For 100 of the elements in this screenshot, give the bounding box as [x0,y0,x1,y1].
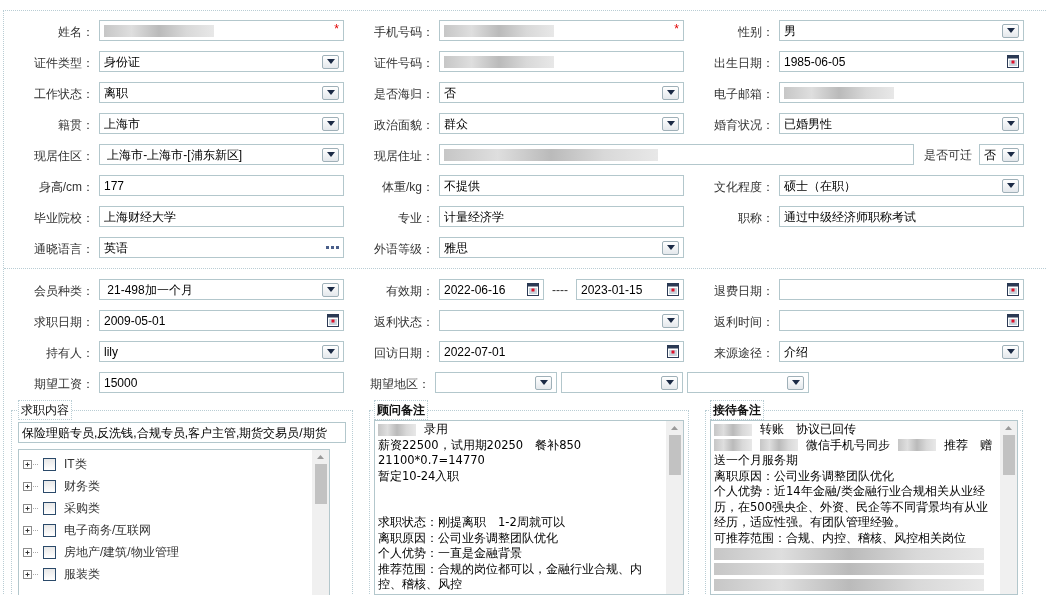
dropdown-button[interactable] [322,116,339,131]
note-text: 送一个月服务期 [714,453,798,469]
select-field[interactable]: lily [99,341,344,362]
note-text: 推荐范围：合规的岗位都可以，金融行业合规、内 [378,561,642,577]
tree-item[interactable]: 房地产/建筑/物业管理 [64,543,179,561]
expand-icon[interactable] [23,481,39,491]
dropdown-button[interactable] [322,147,339,162]
notes-textarea[interactable]: 录用 薪资22500，试用期20250 餐补850 21100*0.7=14770 暂定10-24入职 求职状态：刚提离职 1-2周就可以 离职原因：公司业务调整团队优化 个人优势：一直是金融背景 推荐范围：合规的岗位都可以，金融行业合规、内 控、稽核、风控 [374,420,684,595]
dropdown-button[interactable] [1002,147,1019,162]
dropdown-button[interactable] [535,375,552,390]
select-field[interactable]: 男 [779,20,1024,41]
input-field[interactable] [439,51,684,72]
input-field[interactable]: 英语 [99,237,344,258]
input-field[interactable]: 不提供 [439,175,684,196]
input-field[interactable]: * [439,20,684,41]
select-field[interactable]: 已婚男性 [779,113,1024,134]
select-field[interactable]: 介绍 [779,341,1024,362]
checkbox[interactable] [43,501,56,515]
expand-icon[interactable] [23,547,39,557]
date-field[interactable]: 2009-05-01 [99,310,344,331]
input-field[interactable]: 计量经济学 [439,206,684,227]
select-field[interactable]: 21-498加一个月 [99,279,344,300]
field-value: 介绍 [784,343,808,361]
expand-icon[interactable] [23,569,39,579]
dropdown-button[interactable] [662,85,679,100]
tree-item[interactable]: 财务类 [64,477,100,495]
field-value: 身份证 [104,53,140,71]
calendar-icon[interactable] [667,283,679,296]
date-field[interactable]: 2023-01-15 [576,279,684,300]
select-field[interactable]: 否 [439,82,684,103]
calendar-icon[interactable] [1007,314,1019,327]
select-field[interactable]: 身份证 [99,51,344,72]
required-mark: * [334,21,339,38]
note-text: 求职状态：刚提离职 1-2周就可以 [378,515,565,531]
checkbox[interactable] [43,545,56,559]
date-field[interactable]: 2022-06-16 [439,279,544,300]
dropdown-button[interactable] [322,54,339,69]
checkbox[interactable] [43,523,56,537]
dropdown-button[interactable] [1002,116,1019,131]
dropdown-button[interactable] [322,282,339,297]
scroll-thumb[interactable] [668,435,681,475]
scroll-thumb[interactable] [314,464,327,504]
checkbox[interactable] [43,479,56,493]
dropdown-button[interactable] [662,313,679,328]
calendar-icon[interactable] [1007,55,1019,68]
search-field[interactable]: 保险理赔专员,反洗钱,合规专员,客户主管,期货交易员/期货 [18,422,346,443]
input-field[interactable]: 上海财经大学 [99,206,344,227]
calendar-icon[interactable] [327,314,339,327]
date-field[interactable] [779,310,1024,331]
notes-textarea[interactable]: 转账 协议已回传 微信手机号同步 推荐 赠 送一个月服务期 离职原因：公司业务调整团队优化 个人优势：近14年金融/类金融行业合规相关从业经 历，在500强央企、外资、民企等不同背景均有从业 经历，适应性强。有团队管理经验。 可推荐范围：合规、内控、稽核、风控相关岗位 [710,420,1018,595]
date-field[interactable]: 2022-07-01 [439,341,684,362]
input-field[interactable]: * [99,20,344,41]
note-text: 转账 协议已回传 [760,422,856,438]
expand-icon[interactable] [23,525,39,535]
select-field[interactable] [687,372,809,393]
date-field[interactable] [779,279,1024,300]
select-field[interactable]: 雅思 [439,237,684,258]
date-field[interactable]: 1985-06-05 [779,51,1024,72]
field-label: 求职日期： [34,314,94,329]
scrollbar[interactable] [1000,421,1017,594]
select-field[interactable]: 离职 [99,82,344,103]
dropdown-button[interactable] [322,85,339,100]
scrollbar[interactable] [666,421,683,594]
expand-icon[interactable] [23,503,39,513]
checkbox[interactable] [43,567,56,581]
select-field[interactable]: 上海市 [99,113,344,134]
calendar-icon[interactable] [1007,283,1019,296]
ellipsis-icon[interactable] [326,246,339,249]
dropdown-button[interactable] [662,240,679,255]
dropdown-button[interactable] [661,375,678,390]
scroll-thumb[interactable] [1002,435,1015,475]
select-field[interactable]: 硕士（在职） [779,175,1024,196]
tree-item[interactable]: 服装类 [64,565,100,583]
calendar-icon[interactable] [667,345,679,358]
dropdown-button[interactable] [662,116,679,131]
dropdown-button[interactable] [322,344,339,359]
caret-icon [326,349,335,354]
select-field[interactable]: 上海市-上海市-[浦东新区] [99,144,344,165]
dropdown-button[interactable] [1002,344,1019,359]
input-field[interactable] [439,144,914,165]
input-field[interactable]: 15000 [99,372,344,393]
select-field[interactable] [561,372,683,393]
expand-icon[interactable] [23,459,39,469]
calendar-icon[interactable] [527,283,539,296]
tree-item[interactable]: IT类 [64,455,87,473]
caret-icon [1006,152,1015,157]
dropdown-button[interactable] [1002,23,1019,38]
input-field[interactable]: 通过中级经济师职称考试 [779,206,1024,227]
select-field[interactable] [435,372,557,393]
input-field[interactable]: 177 [99,175,344,196]
dropdown-button[interactable] [1002,178,1019,193]
checkbox[interactable] [43,457,56,471]
select-field[interactable]: 否 [979,144,1024,165]
select-field[interactable]: 群众 [439,113,684,134]
select-field[interactable] [439,310,684,331]
dropdown-button[interactable] [787,375,804,390]
scrollbar[interactable] [312,450,329,595]
input-field[interactable] [779,82,1024,103]
tree-item[interactable]: 采购类 [64,499,100,517]
tree-item[interactable]: 电子商务/互联网 [64,521,152,539]
